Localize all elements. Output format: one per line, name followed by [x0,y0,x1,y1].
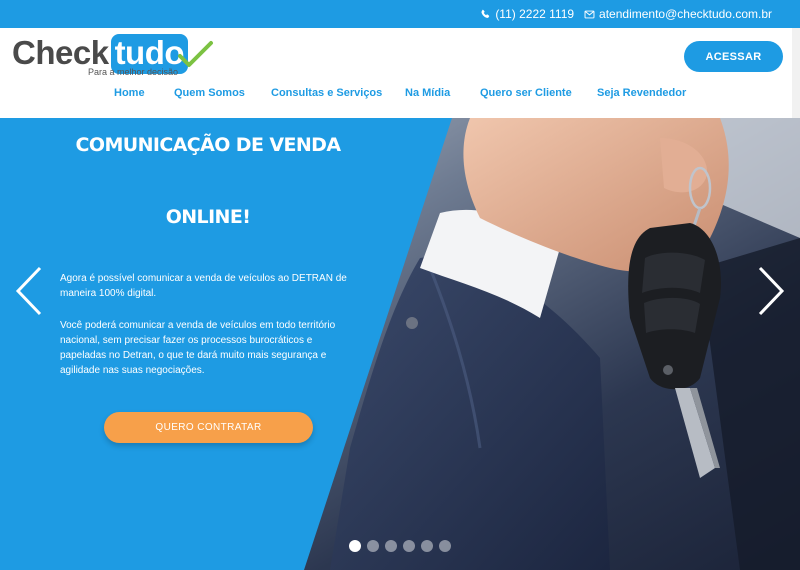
access-button[interactable]: ACESSAR [684,41,783,72]
nav-quem-somos[interactable]: Quem Somos [174,87,245,99]
email-link[interactable]: atendimento@checktudo.com.br [584,7,772,21]
slider-dot-4[interactable] [403,540,415,552]
main-navigation: Home Quem Somos Consultas e Serviços Na … [0,87,800,105]
slider-dot-3[interactable] [385,540,397,552]
slider-pagination [349,540,451,552]
hero-title-line1: COMUNICAÇÃO DE VENDA [75,134,342,156]
slider-dot-5[interactable] [421,540,433,552]
envelope-icon [584,10,595,18]
checkmark-icon [178,41,213,67]
page-scrollbar[interactable] [792,28,800,118]
phone-number: (11) 2222 1119 [495,7,575,21]
slider-dot-1[interactable] [349,540,361,552]
slider-prev-arrow-icon[interactable] [14,266,44,316]
contact-info: (11) 2222 1119 atendimento@checktudo.com… [480,7,772,21]
email-address: atendimento@checktudo.com.br [599,7,772,21]
nav-consultas-servicos[interactable]: Consultas e Serviços [271,87,382,99]
hero-slider: COMUNICAÇÃO DE VENDA ONLINE! Agora é pos… [0,118,800,570]
hero-paragraph-2: Você poderá comunicar a venda de veículo… [60,320,336,376]
phone-link[interactable]: (11) 2222 1119 [480,7,574,21]
nav-na-midia[interactable]: Na Mídia [405,87,450,99]
site-header: Check tudo Para a melhor decisão ACESSAR … [0,28,800,118]
nav-home[interactable]: Home [114,87,145,99]
top-contact-bar: (11) 2222 1119 atendimento@checktudo.com… [0,0,800,28]
hero-title-line2: ONLINE! [165,206,251,228]
slider-next-arrow-icon[interactable] [756,266,786,316]
logo-tagline: Para a melhor decisão [88,67,179,77]
slider-dot-6[interactable] [439,540,451,552]
logo-check-text: Check [12,34,109,71]
slider-dot-2[interactable] [367,540,379,552]
hero-paragraph-1: Agora é possível comunicar a venda de ve… [60,273,347,299]
nav-seja-revendedor[interactable]: Seja Revendedor [597,87,686,99]
nav-quero-ser-cliente[interactable]: Quero ser Cliente [480,87,572,99]
checktudo-logo[interactable]: Check tudo Para a melhor decisão [12,34,213,80]
quero-contratar-button[interactable]: QUERO CONTRATAR [104,412,313,443]
phone-icon [481,9,490,18]
